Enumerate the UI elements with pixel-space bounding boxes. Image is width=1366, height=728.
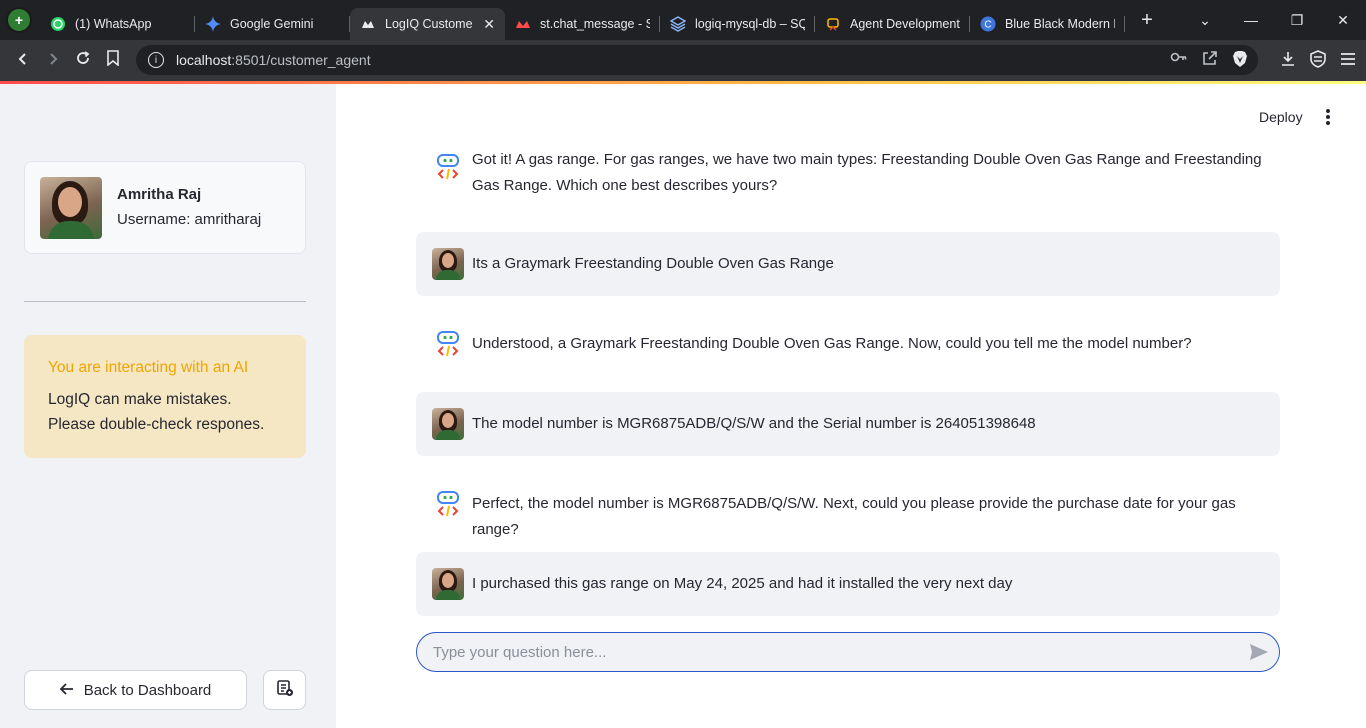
whatsapp-icon bbox=[50, 16, 66, 32]
chat-message-assistant: Got it! A gas range. For gas ranges, we … bbox=[416, 147, 1280, 199]
clear-chat-button[interactable] bbox=[263, 670, 306, 710]
main-content: Deploy Got it! A gas range. For gas rang… bbox=[336, 84, 1366, 728]
message-text: I purchased this gas range on May 24, 20… bbox=[472, 575, 1013, 592]
chat-message-user: I purchased this gas range on May 24, 20… bbox=[416, 552, 1280, 616]
message-text: Perfect, the model number is MGR6875ADB/… bbox=[472, 495, 1236, 538]
tab-title: Blue Black Modern P bbox=[1005, 17, 1115, 31]
brave-shield-icon[interactable] bbox=[1232, 50, 1248, 71]
key-icon[interactable] bbox=[1170, 50, 1188, 71]
profile-username: Username: amritharaj bbox=[117, 211, 262, 228]
chat-message-assistant: Perfect, the model number is MGR6875ADB/… bbox=[416, 472, 1280, 538]
menu-icon[interactable] bbox=[1340, 52, 1356, 70]
arrow-left-icon bbox=[59, 682, 74, 699]
tab-title: (1) WhatsApp bbox=[75, 17, 152, 31]
message-text: Understood, a Graymark Freestanding Doub… bbox=[472, 335, 1192, 352]
chat-input-container bbox=[416, 632, 1280, 672]
notice-body: LogIQ can make mistakes. Please double-c… bbox=[48, 391, 265, 433]
chat-input[interactable] bbox=[433, 643, 1239, 661]
message-text: Got it! A gas range. For gas ranges, we … bbox=[472, 151, 1262, 194]
browser-tab-strip: + (1) WhatsApp Google Gemini LogIQ Custo… bbox=[0, 0, 1366, 40]
send-icon[interactable] bbox=[1239, 643, 1279, 661]
address-bar[interactable]: i localhost:8501/customer_agent bbox=[136, 45, 1258, 75]
tab-search-icon[interactable]: ⌄ bbox=[1182, 12, 1228, 29]
bot-avatar-icon bbox=[432, 151, 464, 183]
back-button-label: Back to Dashboard bbox=[83, 681, 212, 699]
forward-arrow-icon[interactable] bbox=[38, 50, 68, 71]
tab-logiq-mysql-db[interactable]: logiq-mysql-db – SQ bbox=[660, 8, 815, 40]
tab-title: st.chat_message - St bbox=[540, 17, 650, 31]
canva-icon: C bbox=[980, 16, 996, 32]
browser-profile-icon[interactable]: + bbox=[6, 7, 32, 33]
tab-title: logiq-mysql-db – SQ bbox=[695, 17, 805, 31]
tab-title: Agent Development bbox=[850, 17, 960, 31]
download-icon[interactable] bbox=[1280, 51, 1296, 71]
user-avatar bbox=[432, 568, 464, 600]
sidebar: Amritha Raj Username: amritharaj You are… bbox=[0, 84, 336, 728]
profile-card: Amritha Raj Username: amritharaj bbox=[24, 161, 306, 254]
streamlit-icon bbox=[360, 16, 376, 32]
svg-text:C: C bbox=[984, 20, 991, 31]
tab-agent-development[interactable]: Agent Development bbox=[815, 8, 970, 40]
user-avatar bbox=[432, 408, 464, 440]
tab-st-chat-message[interactable]: st.chat_message - St bbox=[505, 8, 660, 40]
site-info-icon[interactable]: i bbox=[148, 52, 164, 68]
tab-whatsapp[interactable]: (1) WhatsApp bbox=[40, 8, 195, 40]
agent-icon bbox=[825, 16, 841, 32]
chat-message-user: Its a Graymark Freestanding Double Oven … bbox=[416, 232, 1280, 296]
clipboard-list-icon bbox=[276, 679, 294, 702]
layers-icon bbox=[670, 16, 686, 32]
notice-title: You are interacting with an AI bbox=[48, 359, 249, 376]
chat-message-user: The model number is MGR6875ADB/Q/S/W and… bbox=[416, 392, 1280, 456]
close-window-icon[interactable]: ✕ bbox=[1320, 12, 1366, 29]
new-tab-icon[interactable]: + bbox=[1137, 9, 1157, 32]
maximize-icon[interactable]: ❐ bbox=[1274, 12, 1320, 29]
gemini-icon bbox=[205, 16, 221, 32]
share-icon[interactable] bbox=[1202, 50, 1218, 71]
profile-name: Amritha Raj bbox=[117, 186, 202, 203]
close-tab-icon[interactable]: ✕ bbox=[483, 16, 495, 33]
vpn-shield-icon[interactable] bbox=[1310, 49, 1326, 72]
ai-warning-notice: You are interacting with an AI LogIQ can… bbox=[24, 335, 306, 458]
browser-toolbar: i localhost:8501/customer_agent bbox=[0, 40, 1366, 81]
minimize-icon[interactable]: — bbox=[1228, 12, 1274, 28]
tab-gemini[interactable]: Google Gemini bbox=[195, 8, 350, 40]
bookmark-icon[interactable] bbox=[98, 50, 128, 71]
divider bbox=[24, 301, 306, 302]
reload-icon[interactable] bbox=[68, 50, 98, 71]
window-controls: ⌄ — ❐ ✕ bbox=[1182, 0, 1366, 40]
back-arrow-icon[interactable] bbox=[8, 50, 38, 71]
message-text: Its a Graymark Freestanding Double Oven … bbox=[472, 255, 834, 272]
back-to-dashboard-button[interactable]: Back to Dashboard bbox=[24, 670, 247, 710]
chat-message-assistant: Understood, a Graymark Freestanding Doub… bbox=[416, 312, 1280, 376]
url-text[interactable]: localhost:8501/customer_agent bbox=[176, 52, 371, 68]
more-options-icon[interactable] bbox=[1322, 107, 1334, 127]
message-text: The model number is MGR6875ADB/Q/S/W and… bbox=[472, 415, 1036, 432]
deploy-button[interactable]: Deploy bbox=[1259, 109, 1303, 125]
bot-avatar-icon bbox=[432, 328, 464, 360]
tab-logiq[interactable]: LogIQ Custome ✕ bbox=[350, 8, 505, 40]
tab-title: Google Gemini bbox=[230, 17, 314, 31]
streamlit-icon bbox=[515, 16, 531, 32]
tab-canva[interactable]: C Blue Black Modern P bbox=[970, 8, 1125, 40]
user-avatar bbox=[432, 248, 464, 280]
tab-title: LogIQ Custome bbox=[385, 17, 473, 31]
bot-avatar-icon bbox=[432, 488, 464, 520]
avatar bbox=[40, 177, 102, 239]
